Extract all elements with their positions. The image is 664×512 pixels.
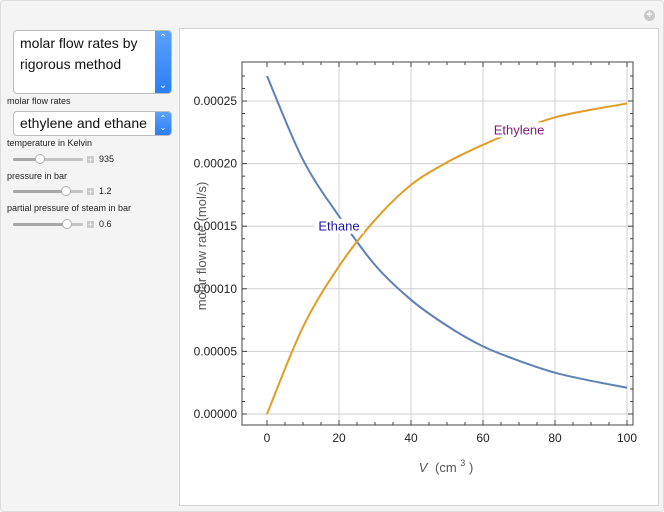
x-tick-label: 0 [264, 431, 271, 445]
plot-frame [241, 61, 634, 426]
series-label-ethane: Ethane [318, 219, 359, 234]
y-tick-label: 0.00000 [194, 407, 238, 421]
series-label-ethylene: Ethylene [494, 122, 545, 137]
x-axis-unit: (cm [435, 460, 457, 475]
y-tick-label: 0.00025 [194, 94, 238, 108]
molar-flow-chart: 0 20 40 60 80 1000.000000.000050.000100.00015… [194, 61, 637, 475]
x-axis-unit-sup: 3 [460, 458, 465, 468]
x-axis-var: V [419, 460, 429, 475]
x-axis-unit-close: ) [469, 460, 473, 475]
y-tick-label: 0.00020 [194, 157, 238, 171]
x-tick-label: 20 [332, 431, 346, 445]
x-tick-label: 40 [404, 431, 418, 445]
x-tick-label: 100 [617, 431, 637, 445]
x-axis-label: V (cm 3 ) [419, 454, 474, 475]
y-tick-label: 0.00005 [194, 344, 238, 358]
series-line-ethylene [266, 102, 628, 415]
x-tick-label: 80 [548, 431, 562, 445]
x-tick-label: 60 [476, 431, 490, 445]
y-axis-label: molar flow rate (mol/s) [194, 182, 209, 311]
